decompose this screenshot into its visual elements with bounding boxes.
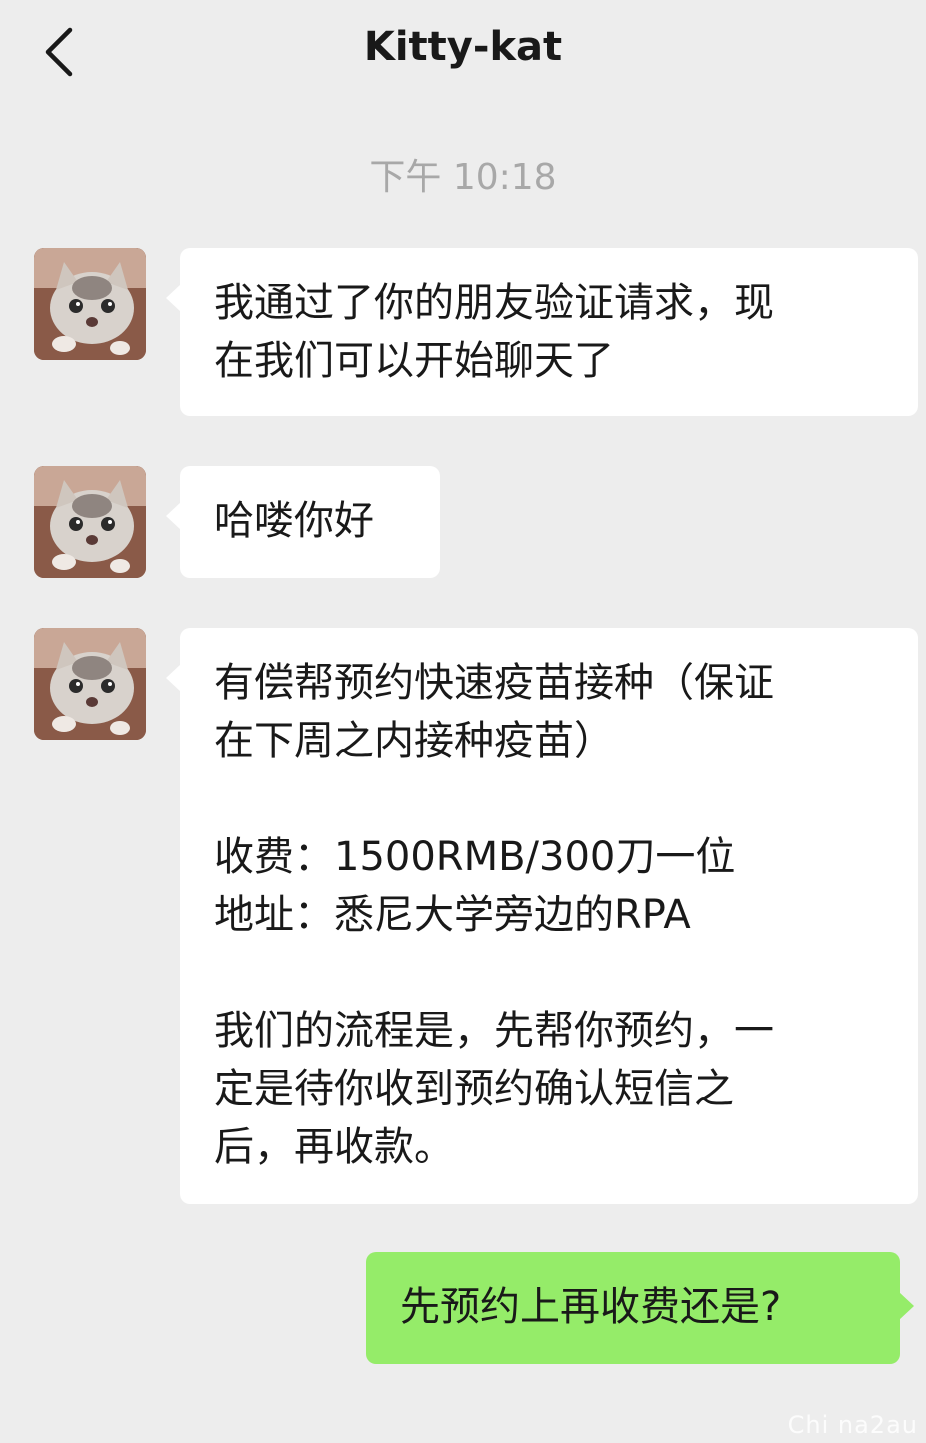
message-text-line: 在我们可以开始聊天了 [214, 338, 614, 384]
message-text-line: 哈喽你好 [214, 498, 374, 544]
message-text-line: 定是待你收到预约确认短信之 [214, 1066, 734, 1112]
outgoing-message-bubble[interactable]: 先预约上再收费还是? [366, 1252, 914, 1364]
contact-avatar[interactable] [34, 248, 146, 360]
message-text-line: 先预约上再收费还是? [400, 1284, 782, 1330]
watermark: Chi na2au [787, 1411, 918, 1439]
message-text-line: 地址：悉尼大学旁边的RPA [214, 892, 691, 938]
chat-header: Kitty-kat [0, 0, 926, 110]
contact-avatar[interactable] [34, 628, 146, 740]
message-text-line: 在下周之内接种疫苗） [214, 718, 614, 764]
message-bubble[interactable]: 有偿帮预约快速疫苗接种（保证 在下周之内接种疫苗） 收费：1500RMB/300… [166, 628, 918, 1204]
message-text-line: 后，再收款。 [214, 1124, 454, 1170]
message-bubble[interactable]: 哈喽你好 [166, 466, 440, 578]
message-text-line: 我通过了你的朋友验证请求，现 [214, 280, 774, 326]
message-text-line: 有偿帮预约快速疫苗接种（保证 [214, 660, 774, 706]
message-timestamp: 下午 10:18 [369, 157, 557, 198]
message-text-line: 我们的流程是，先帮你预约，一 [214, 1008, 774, 1054]
chat-title: Kitty-kat [363, 24, 563, 70]
message-text-line: 收费：1500RMB/300刀一位 [214, 834, 736, 880]
contact-avatar[interactable] [34, 466, 146, 578]
message-bubble[interactable]: 我通过了你的朋友验证请求，现 在我们可以开始聊天了 [166, 248, 918, 416]
